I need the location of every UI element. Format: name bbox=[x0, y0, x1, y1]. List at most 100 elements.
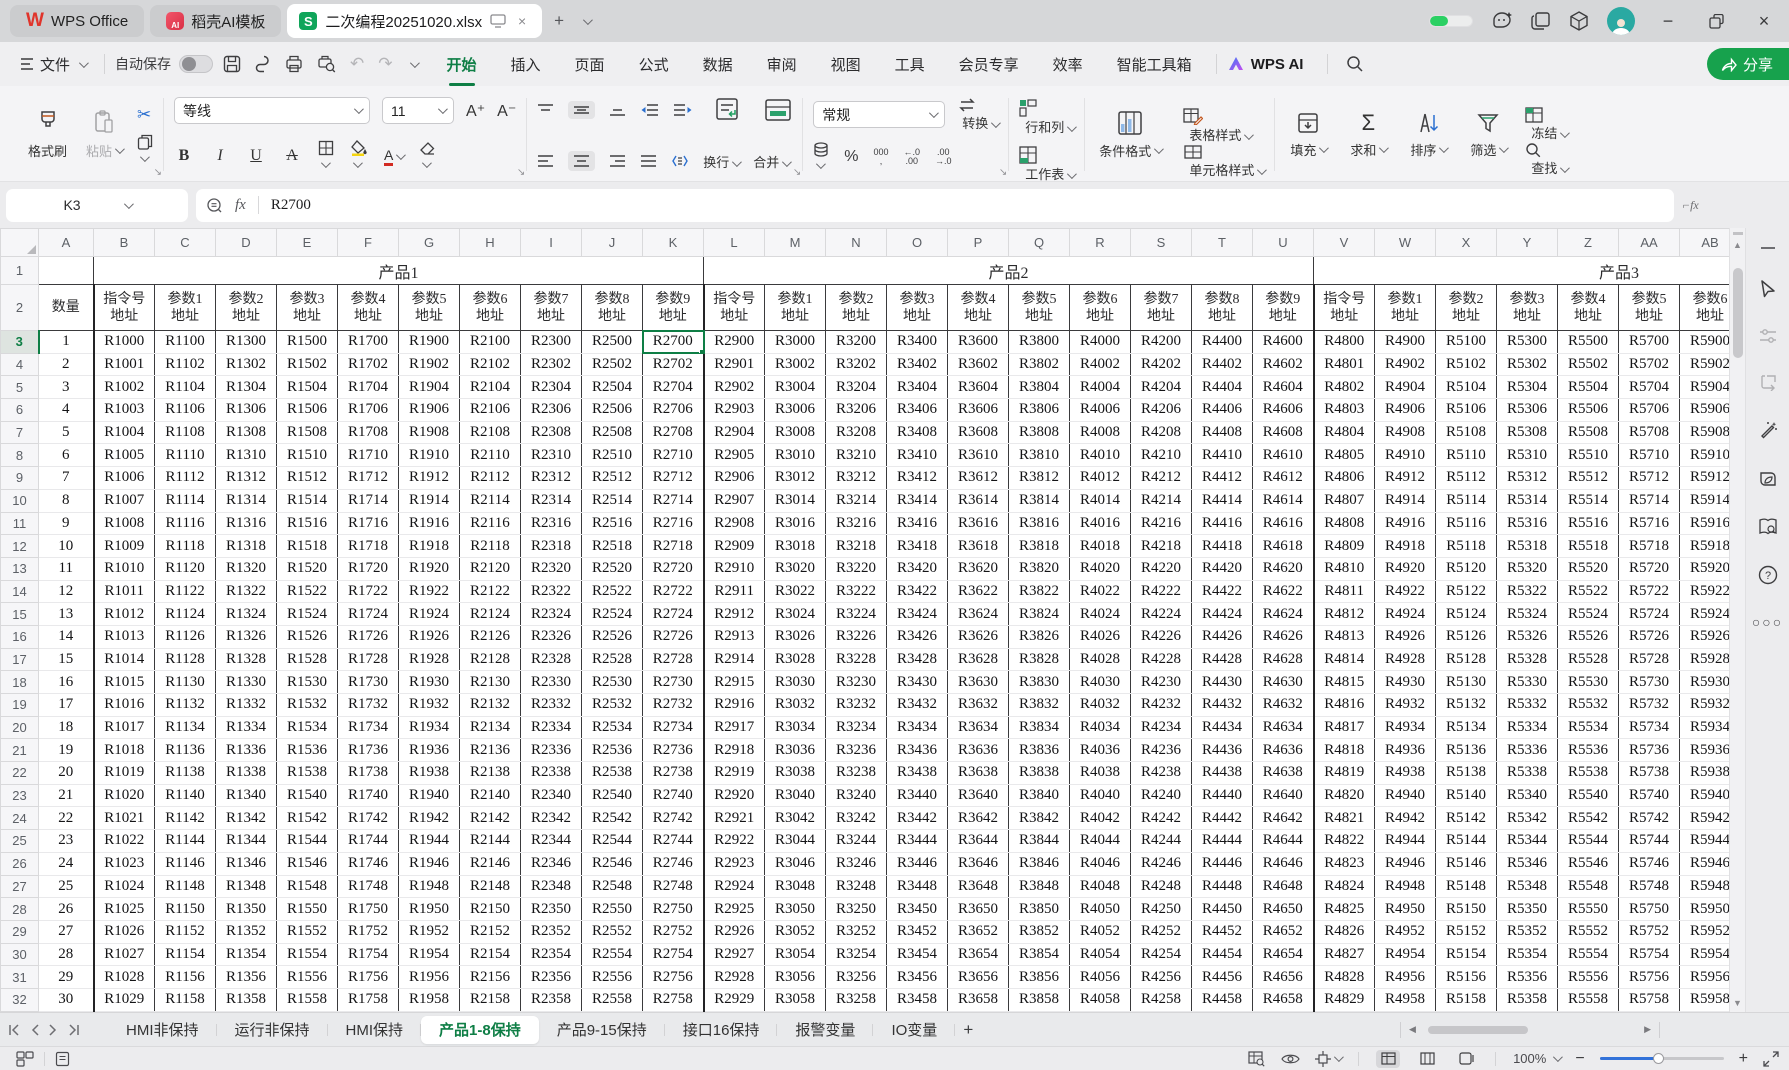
cell-F7[interactable]: R1708 bbox=[338, 421, 399, 444]
cell-Z31[interactable]: R5556 bbox=[1558, 966, 1619, 989]
cell-A8[interactable]: 6 bbox=[39, 444, 94, 467]
cell-Z14[interactable]: R5522 bbox=[1558, 580, 1619, 603]
cell-V15[interactable]: R4812 bbox=[1314, 603, 1375, 626]
cell-O30[interactable]: R3454 bbox=[887, 943, 948, 966]
cell-P17[interactable]: R3628 bbox=[948, 648, 1009, 671]
cell-AA17[interactable]: R5728 bbox=[1619, 648, 1680, 671]
cell-L22[interactable]: R2919 bbox=[704, 762, 765, 785]
cell-U9[interactable]: R4612 bbox=[1253, 467, 1314, 490]
cell-D6[interactable]: R1306 bbox=[216, 399, 277, 422]
cell-D5[interactable]: R1304 bbox=[216, 376, 277, 399]
cell-L11[interactable]: R2908 bbox=[704, 512, 765, 535]
cell-O18[interactable]: R3430 bbox=[887, 671, 948, 694]
cell-M18[interactable]: R3030 bbox=[765, 671, 826, 694]
cell-D14[interactable]: R1322 bbox=[216, 580, 277, 603]
cell-V6[interactable]: R4803 bbox=[1314, 399, 1375, 422]
cell-D3[interactable]: R1300 bbox=[216, 331, 277, 354]
cell-V23[interactable]: R4820 bbox=[1314, 784, 1375, 807]
cell-G3[interactable]: R1900 bbox=[399, 331, 460, 354]
cell-O7[interactable]: R3408 bbox=[887, 421, 948, 444]
cell-AA22[interactable]: R5738 bbox=[1619, 762, 1680, 785]
cell-W23[interactable]: R4940 bbox=[1375, 784, 1436, 807]
align-middle-icon[interactable] bbox=[568, 101, 595, 119]
cell-D27[interactable]: R1348 bbox=[216, 875, 277, 898]
cell-Q21[interactable]: R3836 bbox=[1009, 739, 1070, 762]
align-right-icon[interactable] bbox=[609, 155, 626, 167]
cell-K21[interactable]: R2736 bbox=[643, 739, 704, 762]
cell-F4[interactable]: R1702 bbox=[338, 353, 399, 376]
cell-K4[interactable]: R2702 bbox=[643, 353, 704, 376]
cell-C17[interactable]: R1128 bbox=[155, 648, 216, 671]
cell-J9[interactable]: R2512 bbox=[582, 467, 643, 490]
sheet-tab-product-1-8-retain[interactable]: 产品1-8保持 bbox=[421, 1016, 539, 1044]
cell-Y31[interactable]: R5356 bbox=[1497, 966, 1558, 989]
cell-J20[interactable]: R2534 bbox=[582, 716, 643, 739]
cell-O12[interactable]: R3418 bbox=[887, 535, 948, 558]
cell-V32[interactable]: R4829 bbox=[1314, 988, 1375, 1011]
cell-B30[interactable]: R1027 bbox=[94, 943, 155, 966]
conditional-format-button[interactable]: 条件格式 bbox=[1095, 108, 1165, 162]
cell-AB31[interactable]: R5956 bbox=[1680, 966, 1730, 989]
cell-O23[interactable]: R3440 bbox=[887, 784, 948, 807]
cell-Q8[interactable]: R3810 bbox=[1009, 444, 1070, 467]
cell-I21[interactable]: R2336 bbox=[521, 739, 582, 762]
cell-A19[interactable]: 17 bbox=[39, 694, 94, 717]
cell-Q14[interactable]: R3822 bbox=[1009, 580, 1070, 603]
cell-L31[interactable]: R2928 bbox=[704, 966, 765, 989]
cell-W6[interactable]: R4906 bbox=[1375, 399, 1436, 422]
cell-F8[interactable]: R1710 bbox=[338, 444, 399, 467]
cell-H16[interactable]: R2126 bbox=[460, 625, 521, 648]
cell-T11[interactable]: R4416 bbox=[1192, 512, 1253, 535]
cell-Q25[interactable]: R3844 bbox=[1009, 830, 1070, 853]
cell-M31[interactable]: R3056 bbox=[765, 966, 826, 989]
cell-X29[interactable]: R5152 bbox=[1436, 920, 1497, 943]
cell-G16[interactable]: R1926 bbox=[399, 625, 460, 648]
cell-O20[interactable]: R3434 bbox=[887, 716, 948, 739]
cell-A2[interactable]: 数量 bbox=[39, 285, 94, 331]
merge-button[interactable]: 合并 bbox=[753, 152, 789, 171]
cell-X7[interactable]: R5108 bbox=[1436, 421, 1497, 444]
menu-item-formula[interactable]: 公式 bbox=[639, 42, 669, 86]
bold-button[interactable]: B bbox=[174, 147, 194, 165]
cell-Y30[interactable]: R5354 bbox=[1497, 943, 1558, 966]
cell-AA23[interactable]: R5740 bbox=[1619, 784, 1680, 807]
cell-N27[interactable]: R3248 bbox=[826, 875, 887, 898]
column-label-cell[interactable]: 参数6地址 bbox=[1680, 285, 1730, 331]
cell-U31[interactable]: R4656 bbox=[1253, 966, 1314, 989]
col-header-H[interactable]: H bbox=[460, 229, 521, 257]
cell-R10[interactable]: R4014 bbox=[1070, 489, 1131, 512]
cell-L24[interactable]: R2921 bbox=[704, 807, 765, 830]
cell-O26[interactable]: R3446 bbox=[887, 852, 948, 875]
cell-G6[interactable]: R1906 bbox=[399, 399, 460, 422]
cell-L30[interactable]: R2927 bbox=[704, 943, 765, 966]
cell-P29[interactable]: R3652 bbox=[948, 920, 1009, 943]
cell-A13[interactable]: 11 bbox=[39, 557, 94, 580]
cell-E9[interactable]: R1512 bbox=[277, 467, 338, 490]
cell-B26[interactable]: R1023 bbox=[94, 852, 155, 875]
cell-AB21[interactable]: R5936 bbox=[1680, 739, 1730, 762]
menu-item-view[interactable]: 视图 bbox=[831, 42, 861, 86]
cell-L5[interactable]: R2902 bbox=[704, 376, 765, 399]
format-painter-button[interactable]: 格式刷 bbox=[24, 108, 71, 162]
cell-P28[interactable]: R3650 bbox=[948, 898, 1009, 921]
cell-J16[interactable]: R2526 bbox=[582, 625, 643, 648]
cell-S30[interactable]: R4254 bbox=[1131, 943, 1192, 966]
cell-Y4[interactable]: R5302 bbox=[1497, 353, 1558, 376]
cell-K19[interactable]: R2732 bbox=[643, 694, 704, 717]
cell-P10[interactable]: R3614 bbox=[948, 489, 1009, 512]
cell-V17[interactable]: R4814 bbox=[1314, 648, 1375, 671]
cell-T26[interactable]: R4446 bbox=[1192, 852, 1253, 875]
column-label-cell[interactable]: 参数3地址 bbox=[277, 285, 338, 331]
cell-K16[interactable]: R2726 bbox=[643, 625, 704, 648]
cell-X19[interactable]: R5132 bbox=[1436, 694, 1497, 717]
cell-L20[interactable]: R2917 bbox=[704, 716, 765, 739]
close-window-button[interactable]: × bbox=[1749, 11, 1779, 32]
cell-O3[interactable]: R3400 bbox=[887, 331, 948, 354]
sheet-tab-interface-16-retain[interactable]: 接口16保持 bbox=[665, 1016, 778, 1044]
cell-U24[interactable]: R4642 bbox=[1253, 807, 1314, 830]
font-name-select[interactable]: 等线 bbox=[174, 97, 370, 124]
row-header-30[interactable]: 30 bbox=[1, 943, 39, 966]
row-header-8[interactable]: 8 bbox=[1, 444, 39, 467]
cell-K7[interactable]: R2708 bbox=[643, 421, 704, 444]
table-style-button[interactable]: 表格样式 bbox=[1183, 107, 1264, 144]
